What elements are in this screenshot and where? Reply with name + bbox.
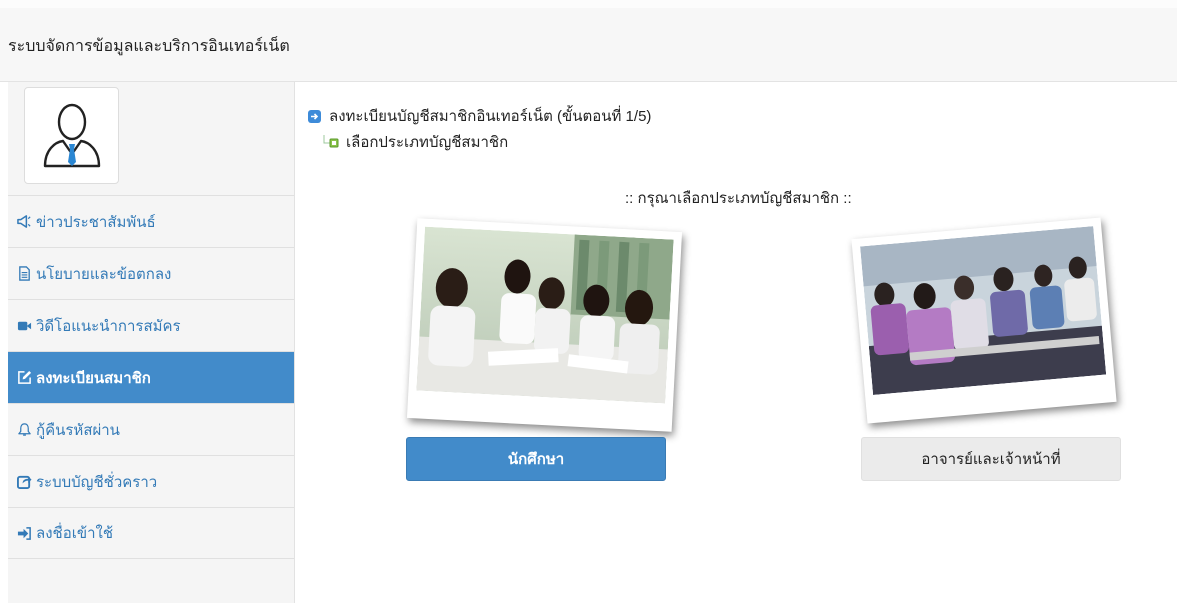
app-title: ระบบจัดการข้อมูลและบริการอินเทอร์เน็ต bbox=[8, 38, 290, 55]
sidebar-item-label: ข่าวประชาสัมพันธ์ bbox=[36, 213, 156, 231]
sidebar-item-temp-account[interactable]: ระบบบัญชีชั่วคราว bbox=[8, 455, 294, 507]
sidebar-item-news[interactable]: ข่าวประชาสัมพันธ์ bbox=[8, 195, 294, 247]
staff-button[interactable]: อาจารย์และเจ้าหน้าที่ bbox=[861, 437, 1121, 481]
file-text-icon bbox=[16, 266, 32, 282]
substep-title: เลือกประเภทบัญชีสมาชิก bbox=[346, 134, 509, 151]
sidebar-item-policy[interactable]: นโยบายและข้อตกลง bbox=[8, 247, 294, 299]
bell-icon bbox=[16, 422, 32, 438]
step-heading: ลงทะเบียนบัญชีสมาชิกอินเทอร์เน็ต (ขั้นตอ… bbox=[308, 104, 651, 128]
sidebar-item-sign-in[interactable]: ลงชื่อเข้าใช้ bbox=[8, 507, 294, 559]
sidebar-menu: ข่าวประชาสัมพันธ์ นโยบายและข้อตกลง วิดีโ… bbox=[8, 195, 294, 559]
step-title: ลงทะเบียนบัญชีสมาชิกอินเทอร์เน็ต (ขั้นตอ… bbox=[329, 108, 652, 125]
sidebar-item-label: นโยบายและข้อตกลง bbox=[36, 265, 172, 283]
sidebar-item-video[interactable]: วิดีโอแนะนำการสมัคร bbox=[8, 299, 294, 351]
sidebar-item-register[interactable]: ลงทะเบียนสมาชิก bbox=[8, 351, 294, 403]
arrow-circle-right-icon bbox=[308, 109, 321, 123]
sidebar-item-label: กู้คืนรหัสผ่าน bbox=[36, 421, 120, 439]
user-tie-icon bbox=[43, 103, 100, 167]
video-camera-icon bbox=[16, 318, 32, 334]
substep-heading: เลือกประเภทบัญชีสมาชิก bbox=[322, 130, 508, 154]
top-header-bar: ระบบจัดการข้อมูลและบริการอินเทอร์เน็ต bbox=[0, 0, 1177, 82]
student-photo-image bbox=[416, 226, 674, 404]
sidebar-item-recover-password[interactable]: กู้คืนรหัสผ่าน bbox=[8, 403, 294, 455]
sidebar-item-label: ลงทะเบียนสมาชิก bbox=[36, 369, 151, 387]
staff-photo-image bbox=[860, 226, 1107, 395]
tree-branch-icon bbox=[323, 135, 339, 148]
sidebar: ข่าวประชาสัมพันธ์ นโยบายและข้อตกลง วิดีโ… bbox=[8, 82, 295, 603]
student-photo[interactable] bbox=[406, 218, 683, 432]
sidebar-item-label: ระบบบัญชีชั่วคราว bbox=[36, 473, 158, 491]
choose-type-prompt: :: กรุณาเลือกประเภทบัญชีสมาชิก :: bbox=[625, 190, 852, 207]
sidebar-item-label: วิดีโอแนะนำการสมัคร bbox=[36, 317, 181, 335]
edit-icon bbox=[16, 370, 32, 386]
avatar bbox=[24, 87, 119, 184]
student-button[interactable]: นักศึกษา bbox=[406, 437, 666, 481]
sign-in-icon bbox=[16, 525, 32, 541]
sidebar-item-label: ลงชื่อเข้าใช้ bbox=[36, 525, 114, 542]
share-square-icon bbox=[16, 474, 32, 490]
bullhorn-icon bbox=[16, 214, 32, 230]
staff-photo[interactable] bbox=[851, 217, 1117, 424]
